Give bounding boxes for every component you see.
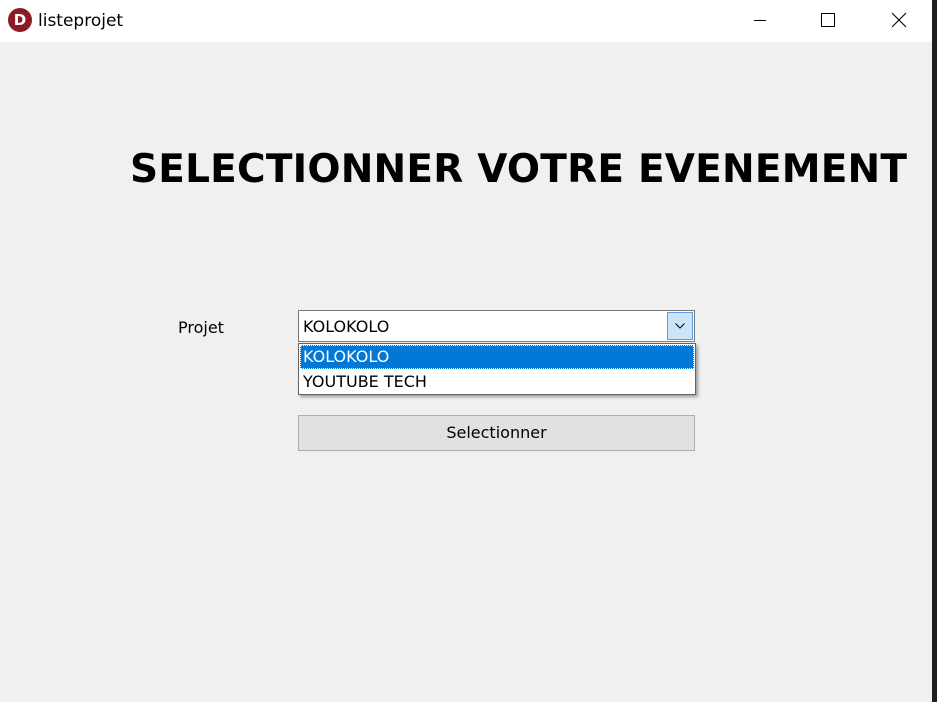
minimize-button[interactable] [737,0,783,40]
window-title: listeprojet [38,11,124,31]
close-button[interactable] [876,0,922,40]
minimize-icon [754,20,766,21]
projet-combobox[interactable]: KOLOKOLO [298,310,695,342]
close-icon [891,12,907,28]
dropdown-option-youtube-tech[interactable]: YOUTUBE TECH [300,370,694,394]
desktop-edge [932,0,937,702]
maximize-button[interactable] [805,0,851,40]
app-logo-icon: D [8,8,32,32]
maximize-icon [821,13,835,27]
title-bar[interactable]: D listeprojet [0,0,932,42]
page-heading: SELECTIONNER VOTRE EVENEMENT [130,147,908,192]
app-window: D listeprojet SELECTIONNER VOTRE EVENEME… [0,0,932,702]
dropdown-option-kolokolo[interactable]: KOLOKOLO [300,345,694,369]
chevron-down-icon [675,323,685,329]
projet-dropdown-list: KOLOKOLO YOUTUBE TECH [298,343,696,395]
combobox-selected-value: KOLOKOLO [303,317,390,336]
projet-label: Projet [178,318,224,337]
selectionner-button[interactable]: Selectionner [298,415,695,451]
combobox-dropdown-button[interactable] [667,312,693,340]
